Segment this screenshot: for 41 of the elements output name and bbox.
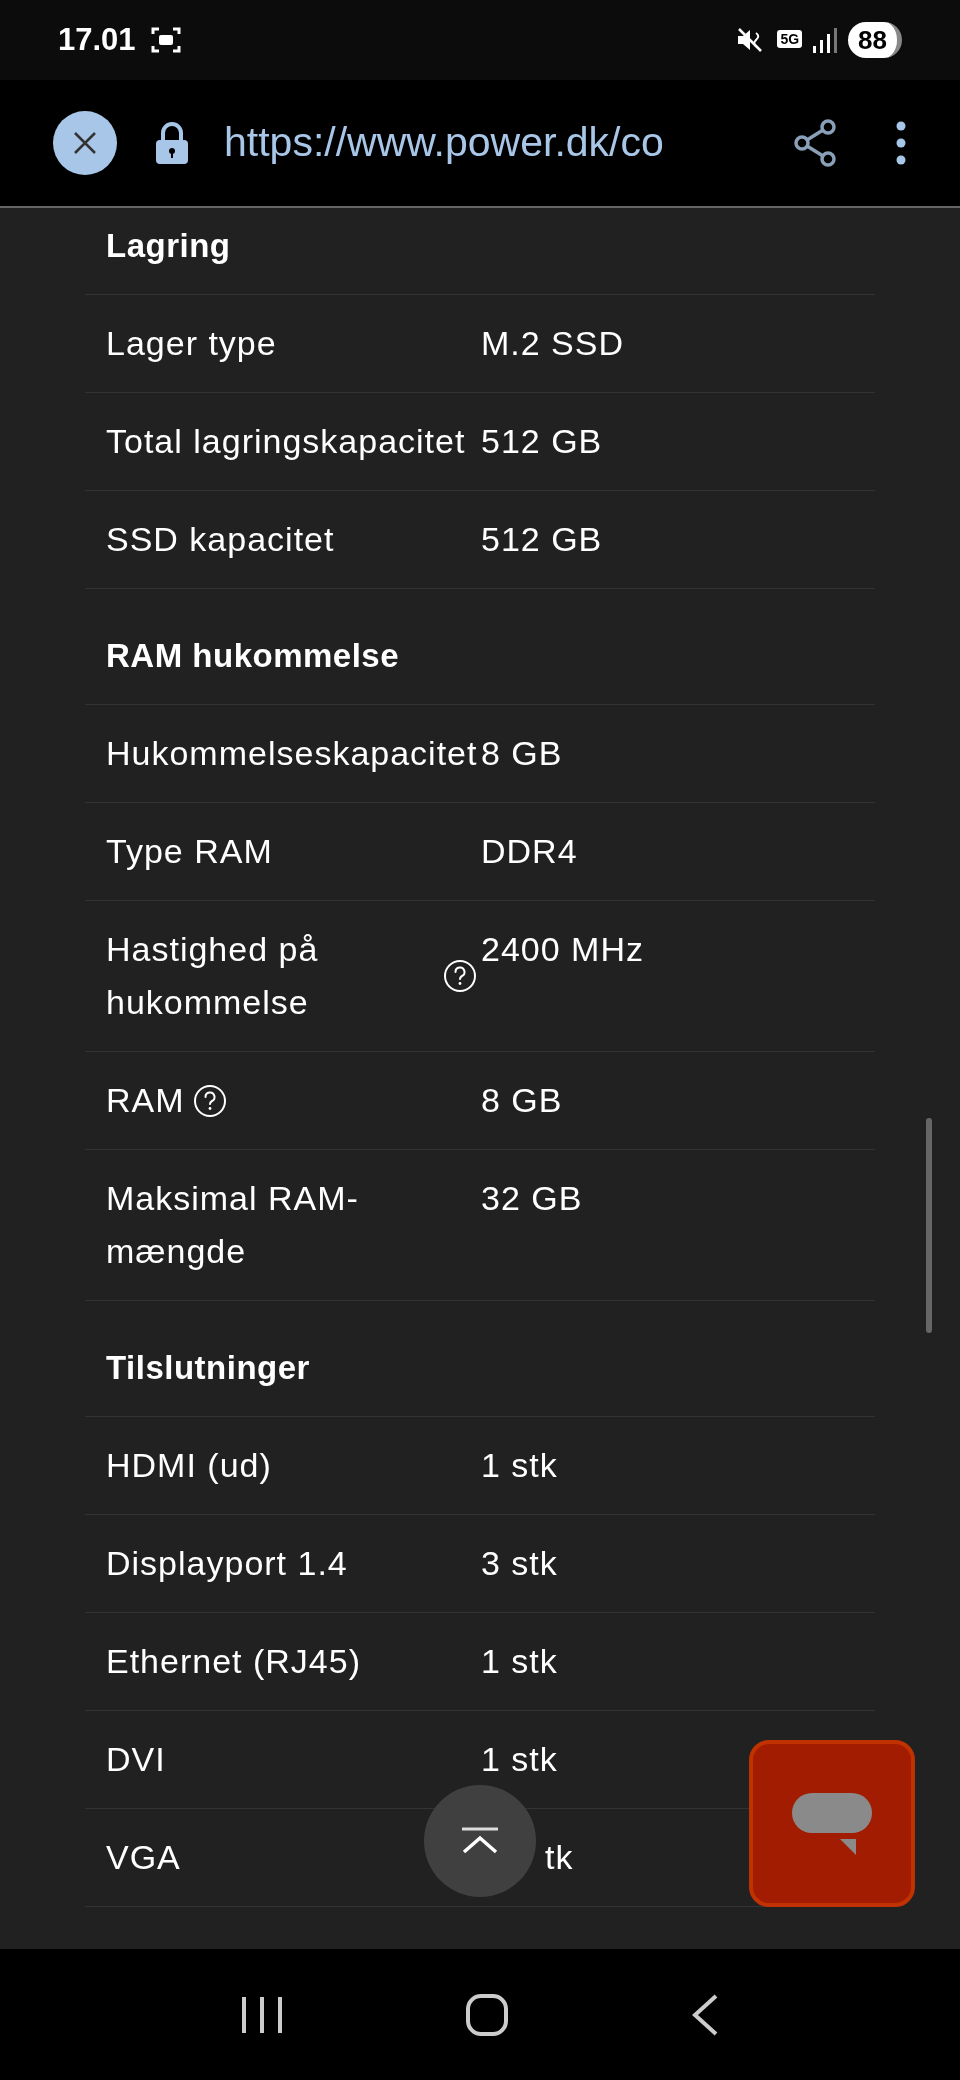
network-badge: 5G: [777, 30, 803, 48]
spec-label: Displayport 1.4: [106, 1543, 348, 1584]
spec-value: 1 stk: [481, 1739, 558, 1780]
spec-label: Total lagringskapacitet: [106, 421, 466, 462]
spec-label: RAM: [106, 1080, 185, 1121]
spec-label: DVI: [106, 1739, 166, 1780]
spec-label: Maksimal RAM-mængde: [106, 1178, 360, 1272]
lock-icon: [154, 121, 190, 165]
spec-label: Ethernet (RJ45): [106, 1641, 361, 1682]
spec-label: Hastighed på hukommelse: [106, 929, 320, 1023]
menu-icon[interactable]: [895, 120, 907, 166]
spec-value: 32 GB: [481, 1178, 583, 1219]
spec-label: SSD kapacitet: [106, 519, 335, 560]
spec-value: tk: [544, 1837, 574, 1878]
section-heading: RAM hukommelse: [106, 637, 400, 674]
clock: 17.01: [58, 20, 136, 59]
share-icon[interactable]: [793, 118, 839, 168]
spec-value: DDR4: [481, 831, 578, 872]
spec-value: 1 stk: [481, 1641, 558, 1682]
help-icon[interactable]: [192, 1083, 227, 1118]
spec-label: Lager type: [106, 323, 277, 364]
spec-value: M.2 SSD: [481, 323, 625, 364]
section-heading: Tilslutninger: [106, 1349, 310, 1386]
signal-icon: [812, 26, 839, 54]
help-icon[interactable]: [443, 959, 477, 993]
spec-label: VGA: [106, 1837, 181, 1878]
spec-value: 1 stk: [481, 1445, 558, 1486]
spec-value: 512 GB: [481, 421, 603, 462]
url-field[interactable]: https://www.power.dk/co: [224, 112, 664, 174]
battery-indicator: 88: [848, 22, 902, 58]
spec-value: 8 GB: [481, 1080, 563, 1121]
spec-value: 2400 MHz: [481, 929, 644, 970]
spec-value: 3 stk: [481, 1543, 558, 1584]
spec-label: HDMI (ud): [106, 1445, 272, 1486]
spec-label: Hukommelseskapacitet: [106, 733, 477, 774]
spec-value: 512 GB: [481, 519, 603, 560]
chat-icon: [790, 1790, 874, 1857]
spec-label: Type RAM: [106, 831, 273, 872]
section-heading: Lagring: [106, 227, 231, 264]
spec-value: 8 GB: [481, 733, 563, 774]
home-icon[interactable]: [465, 1992, 509, 2037]
